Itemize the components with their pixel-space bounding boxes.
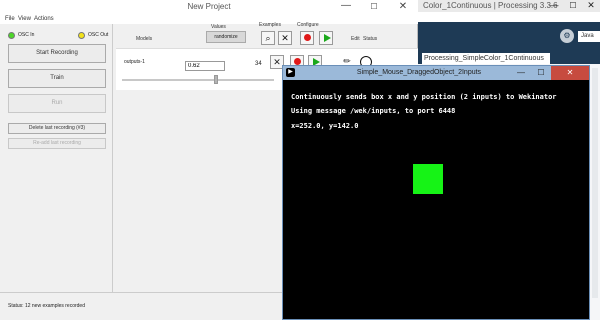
- osc-out-indicator-icon: [78, 32, 85, 39]
- examples-header: Examples: [259, 22, 281, 28]
- delete-last-recording-button[interactable]: Delete last recording (#3): [8, 123, 106, 134]
- message-info-text: Using message /wek/inputs, to port 6448: [291, 107, 456, 115]
- sketch-close-button[interactable]: ✕: [551, 66, 589, 80]
- osc-out-label: OSC Out: [88, 32, 109, 38]
- values-header: Values: [211, 24, 226, 30]
- menu-actions[interactable]: Actions: [34, 14, 54, 24]
- processing-app-icon: ▶: [286, 68, 295, 77]
- description-text: Continuously sends box x and y position …: [291, 93, 557, 101]
- start-recording-button[interactable]: Start Recording: [8, 44, 106, 63]
- processing-title: Color_1Continuous | Processing 3.3.6: [423, 1, 558, 10]
- run-all-icon[interactable]: [319, 31, 333, 45]
- processing-maximize-button[interactable]: ☐: [564, 0, 582, 12]
- menu-view[interactable]: View: [18, 14, 31, 24]
- sketch-titlebar: ▶ Simple_Mouse_DraggedObject_2Inputs — ☐…: [283, 66, 589, 80]
- randomize-button[interactable]: randomize: [206, 31, 246, 43]
- record-all-icon[interactable]: [300, 31, 314, 45]
- osc-in-label: OSC In: [18, 32, 35, 38]
- readd-last-recording-button[interactable]: Re-add last recording: [8, 138, 106, 149]
- wekinator-titlebar: New Project — ☐ ✕: [0, 0, 418, 14]
- mode-selector[interactable]: Java: [578, 31, 600, 42]
- debug-icon[interactable]: ⚙: [560, 29, 574, 43]
- sketch-title: Simple_Mouse_DraggedObject_2Inputs: [356, 69, 482, 76]
- sketch-window: ▶ Simple_Mouse_DraggedObject_2Inputs — ☐…: [282, 65, 590, 320]
- menubar: File View Actions: [0, 14, 418, 24]
- edit-header: Edit: [351, 36, 360, 42]
- maximize-button[interactable]: ☐: [360, 0, 388, 14]
- close-button[interactable]: ✕: [388, 0, 418, 14]
- value-slider[interactable]: [122, 79, 274, 81]
- processing-minimize-button[interactable]: —: [544, 0, 564, 12]
- model-value-field[interactable]: [185, 61, 225, 71]
- sketch-maximize-button[interactable]: ☐: [531, 66, 551, 80]
- control-panel: OSC In OSC Out Start Recording Train Run…: [0, 24, 113, 292]
- models-header: Models: [136, 36, 153, 42]
- processing-tabbar: Processing_SimpleColor_1Continuous: [418, 50, 600, 64]
- processing-toolbar: ⚙ Java: [418, 22, 600, 50]
- editor-scrollbar[interactable]: [592, 68, 598, 298]
- menu-file[interactable]: File: [5, 14, 15, 24]
- osc-in-indicator-icon: [8, 32, 15, 39]
- sketch-canvas[interactable]: Continuously sends box x and y position …: [283, 80, 589, 319]
- status-header: Status: [363, 36, 378, 42]
- processing-menubar: [418, 12, 600, 22]
- draggable-box[interactable]: [413, 164, 443, 194]
- run-button[interactable]: Run: [8, 94, 106, 113]
- value-slider-thumb[interactable]: [214, 75, 218, 84]
- tab-sketch[interactable]: Processing_SimpleColor_1Continuous: [422, 53, 550, 64]
- example-count: 34: [255, 61, 262, 67]
- search-icon[interactable]: ⌕: [261, 31, 275, 45]
- minimize-button[interactable]: —: [332, 0, 360, 14]
- model-name: outputs-1: [124, 59, 145, 65]
- sketch-minimize-button[interactable]: —: [511, 66, 531, 80]
- train-button[interactable]: Train: [8, 69, 106, 88]
- configure-header: Configure: [297, 22, 319, 28]
- position-readout: x=252.0, y=142.0: [291, 122, 359, 130]
- delete-all-examples-icon[interactable]: ✕: [278, 31, 292, 45]
- processing-close-button[interactable]: ✕: [582, 0, 600, 12]
